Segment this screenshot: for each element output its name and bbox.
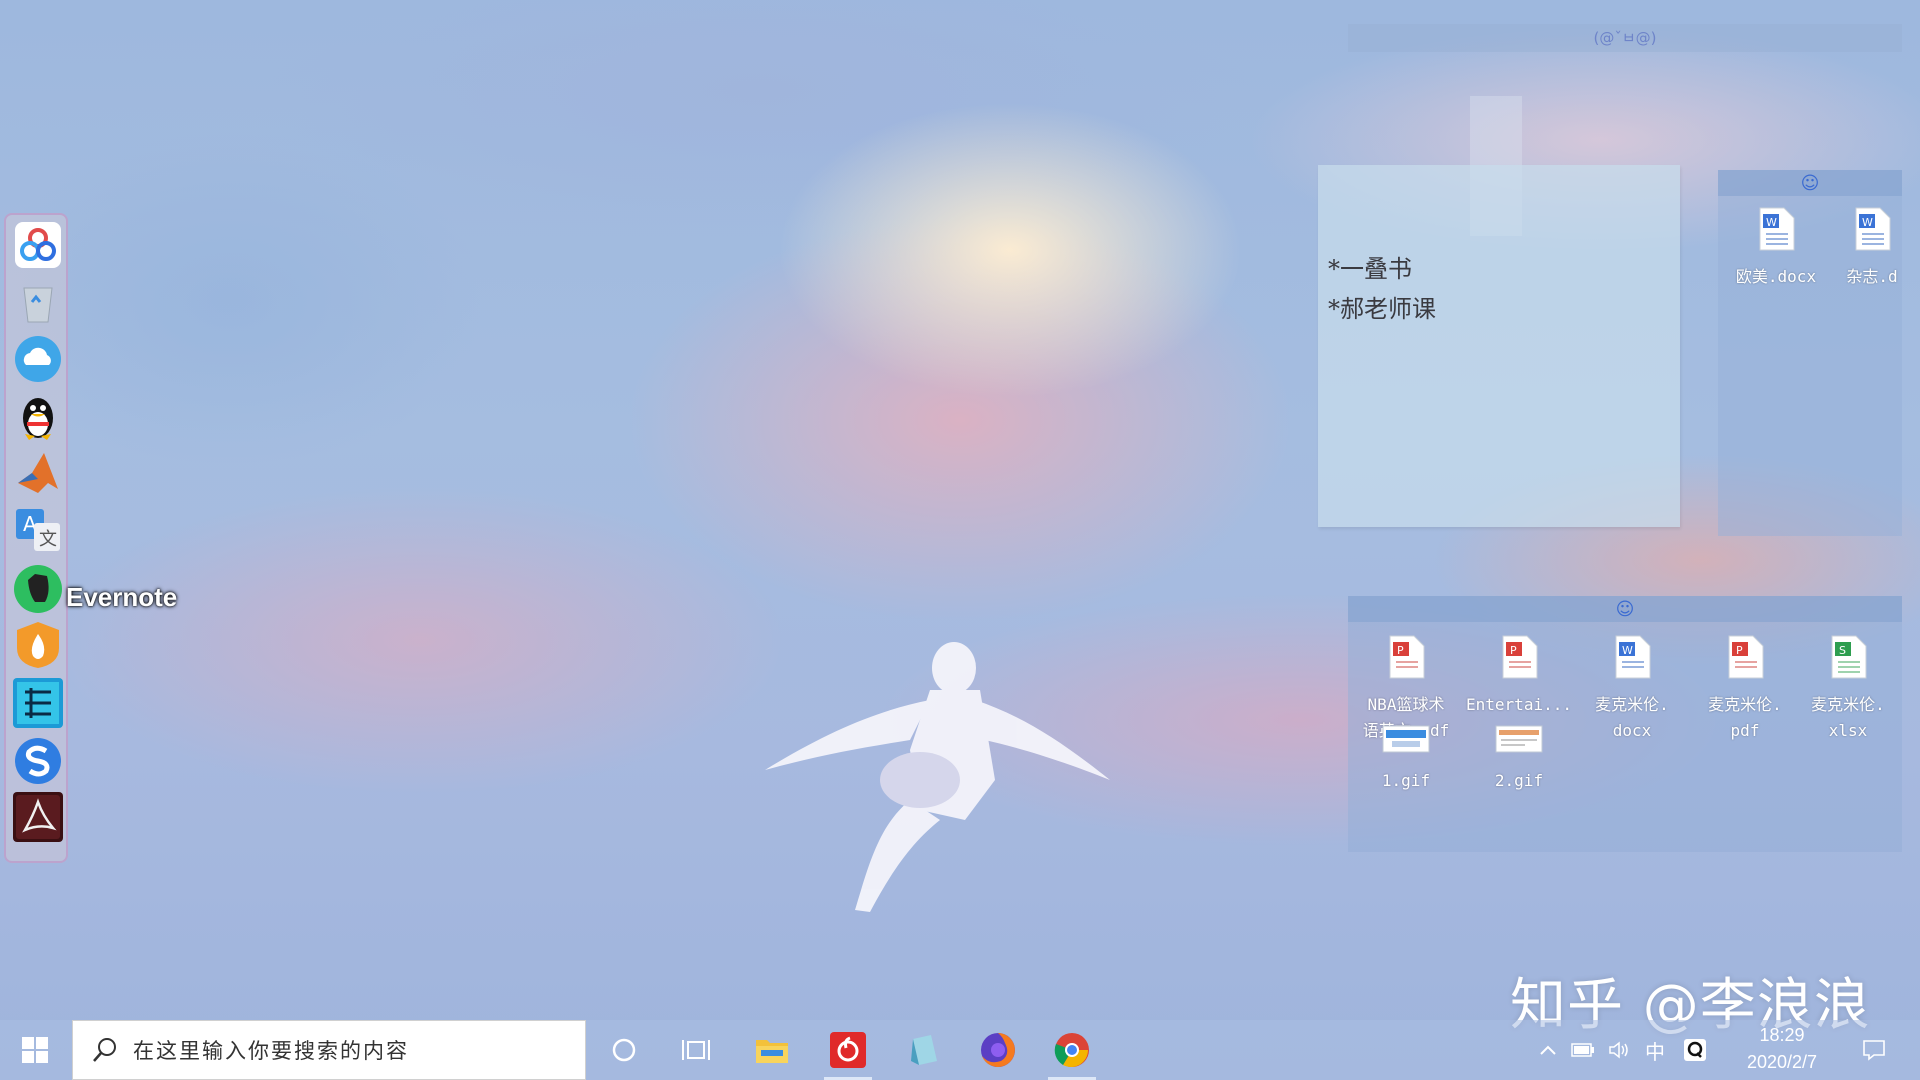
word-file-icon: W <box>1759 207 1795 251</box>
dock-tooltip: Evernote <box>66 582 178 612</box>
windows-logo-icon <box>22 1037 48 1063</box>
notepad-button[interactable] <box>894 1020 954 1080</box>
fence-face-label: (@ˇㅂ@) <box>1593 29 1657 47</box>
fence-header[interactable]: ☺ <box>1348 596 1902 622</box>
fence-header[interactable]: ☺ <box>1718 170 1902 196</box>
desktop-file[interactable]: W 欧美.docx <box>1722 206 1830 290</box>
fence-smiley-icon: ☺ <box>1800 172 1820 194</box>
svg-text:P: P <box>1736 644 1743 657</box>
desktop-wallpaper <box>0 0 1920 1080</box>
cortana-icon <box>612 1038 636 1062</box>
cortana-button[interactable] <box>594 1020 654 1080</box>
volume-button[interactable] <box>1604 1020 1634 1080</box>
file-label: 麦克米伦. pdf <box>1708 695 1782 740</box>
acrobat-icon[interactable] <box>12 791 64 843</box>
netease-music-icon <box>830 1032 866 1068</box>
file-label: 2.gif <box>1494 771 1544 790</box>
image-file-icon <box>1382 725 1430 753</box>
chevron-up-icon <box>1540 1045 1556 1055</box>
sticky-note-line: *郝老师课 <box>1328 295 1436 323</box>
fence-bottom: ☺ P NBA篮球术 语英文.pdf P Entertai... W 麦克米伦.… <box>1348 596 1902 852</box>
file-label: 欧美.docx <box>1735 267 1817 286</box>
app-dock: A文 <box>4 213 68 863</box>
taskbar: 在这里输入你要搜索的内容 中 18:29 2020/2/7 <box>0 1020 1920 1080</box>
desktop-file[interactable]: W 杂志.d <box>1834 206 1910 290</box>
start-button[interactable] <box>0 1020 70 1080</box>
netease-music-button[interactable] <box>818 1020 878 1080</box>
notification-icon <box>1863 1040 1885 1061</box>
file-label: 1.gif <box>1381 771 1431 790</box>
cloud-icon[interactable] <box>12 333 64 385</box>
task-view-icon <box>682 1040 710 1060</box>
svg-text:S: S <box>1839 644 1846 657</box>
file-label: 杂志.d <box>1846 267 1898 286</box>
battery-button[interactable] <box>1568 1020 1598 1080</box>
taskbar-search-box[interactable]: 在这里输入你要搜索的内容 <box>72 1020 586 1080</box>
firefox-button[interactable] <box>968 1020 1028 1080</box>
fence-title-bar[interactable]: (@ˇㅂ@) <box>1348 24 1902 52</box>
svg-text:P: P <box>1510 644 1517 657</box>
taskbar-clock[interactable]: 18:29 2020/2/7 <box>1718 1020 1846 1080</box>
qq-icon[interactable] <box>12 391 64 443</box>
clock-time: 18:29 <box>1759 1025 1805 1045</box>
word-file-icon: W <box>1855 207 1891 251</box>
image-file-icon <box>1495 725 1543 753</box>
pdf-file-icon: P <box>1389 635 1425 679</box>
file-label: 麦克米伦. xlsx <box>1811 695 1885 740</box>
firefox-icon <box>981 1033 1015 1067</box>
desktop-file[interactable]: 2.gif <box>1465 722 1573 794</box>
word-file-icon: W <box>1615 635 1651 679</box>
action-center-button[interactable] <box>1854 1020 1894 1080</box>
pdf-file-icon: P <box>1502 635 1538 679</box>
chrome-button[interactable] <box>1042 1020 1102 1080</box>
svg-text:文: 文 <box>39 529 57 550</box>
flame-app-icon[interactable] <box>12 619 64 671</box>
search-icon <box>93 1038 116 1062</box>
svg-text:W: W <box>1766 216 1777 229</box>
qq-tray-icon <box>1684 1039 1706 1061</box>
desktop-file[interactable]: P Entertai... <box>1465 634 1573 718</box>
file-label: 麦克米伦. docx <box>1595 695 1669 740</box>
sticky-note-line: *一叠书 <box>1328 255 1412 283</box>
chrome-icon <box>1054 1033 1089 1067</box>
fence-right: ☺ W 欧美.docx W 杂志.d <box>1718 170 1902 536</box>
excel-file-icon: S <box>1831 635 1867 679</box>
fence-smiley-icon: ☺ <box>1615 598 1635 620</box>
desktop-file[interactable]: S 麦克米伦. xlsx <box>1794 634 1902 744</box>
pdf-file-icon: P <box>1728 635 1764 679</box>
desktop-file[interactable]: 1.gif <box>1352 722 1460 794</box>
sogou-browser-icon[interactable] <box>12 735 64 787</box>
file-label: Entertai... <box>1466 695 1572 714</box>
clock-date: 2020/2/7 <box>1746 1052 1818 1072</box>
file-explorer-button[interactable] <box>742 1020 802 1080</box>
angel-illustration <box>765 642 1110 912</box>
svg-text:P: P <box>1397 644 1404 657</box>
file-explorer-icon <box>756 1040 788 1063</box>
tray-overflow-button[interactable] <box>1536 1020 1560 1080</box>
ime-indicator[interactable]: 中 <box>1640 1020 1670 1080</box>
desktop-file[interactable]: W 麦克米伦. docx <box>1578 634 1686 744</box>
mindmap-icon[interactable] <box>12 677 64 729</box>
evernote-icon[interactable] <box>12 563 64 615</box>
sticky-note[interactable]: *一叠书 *郝老师课 <box>1318 165 1680 527</box>
battery-icon <box>1571 1043 1594 1057</box>
translate-icon[interactable]: A文 <box>12 505 64 557</box>
matlab-icon[interactable] <box>12 447 64 499</box>
task-view-button[interactable] <box>666 1020 726 1080</box>
svg-text:W: W <box>1862 216 1873 229</box>
notepad-icon <box>911 1035 937 1065</box>
baidu-netdisk-icon[interactable] <box>12 219 64 271</box>
search-placeholder: 在这里输入你要搜索的内容 <box>133 1039 409 1063</box>
recycle-bin-icon[interactable] <box>12 277 64 329</box>
volume-icon <box>1609 1041 1628 1059</box>
qq-tray-button[interactable] <box>1680 1020 1710 1080</box>
desktop-file[interactable]: P 麦克米伦. pdf <box>1691 634 1799 744</box>
svg-text:W: W <box>1622 644 1633 657</box>
